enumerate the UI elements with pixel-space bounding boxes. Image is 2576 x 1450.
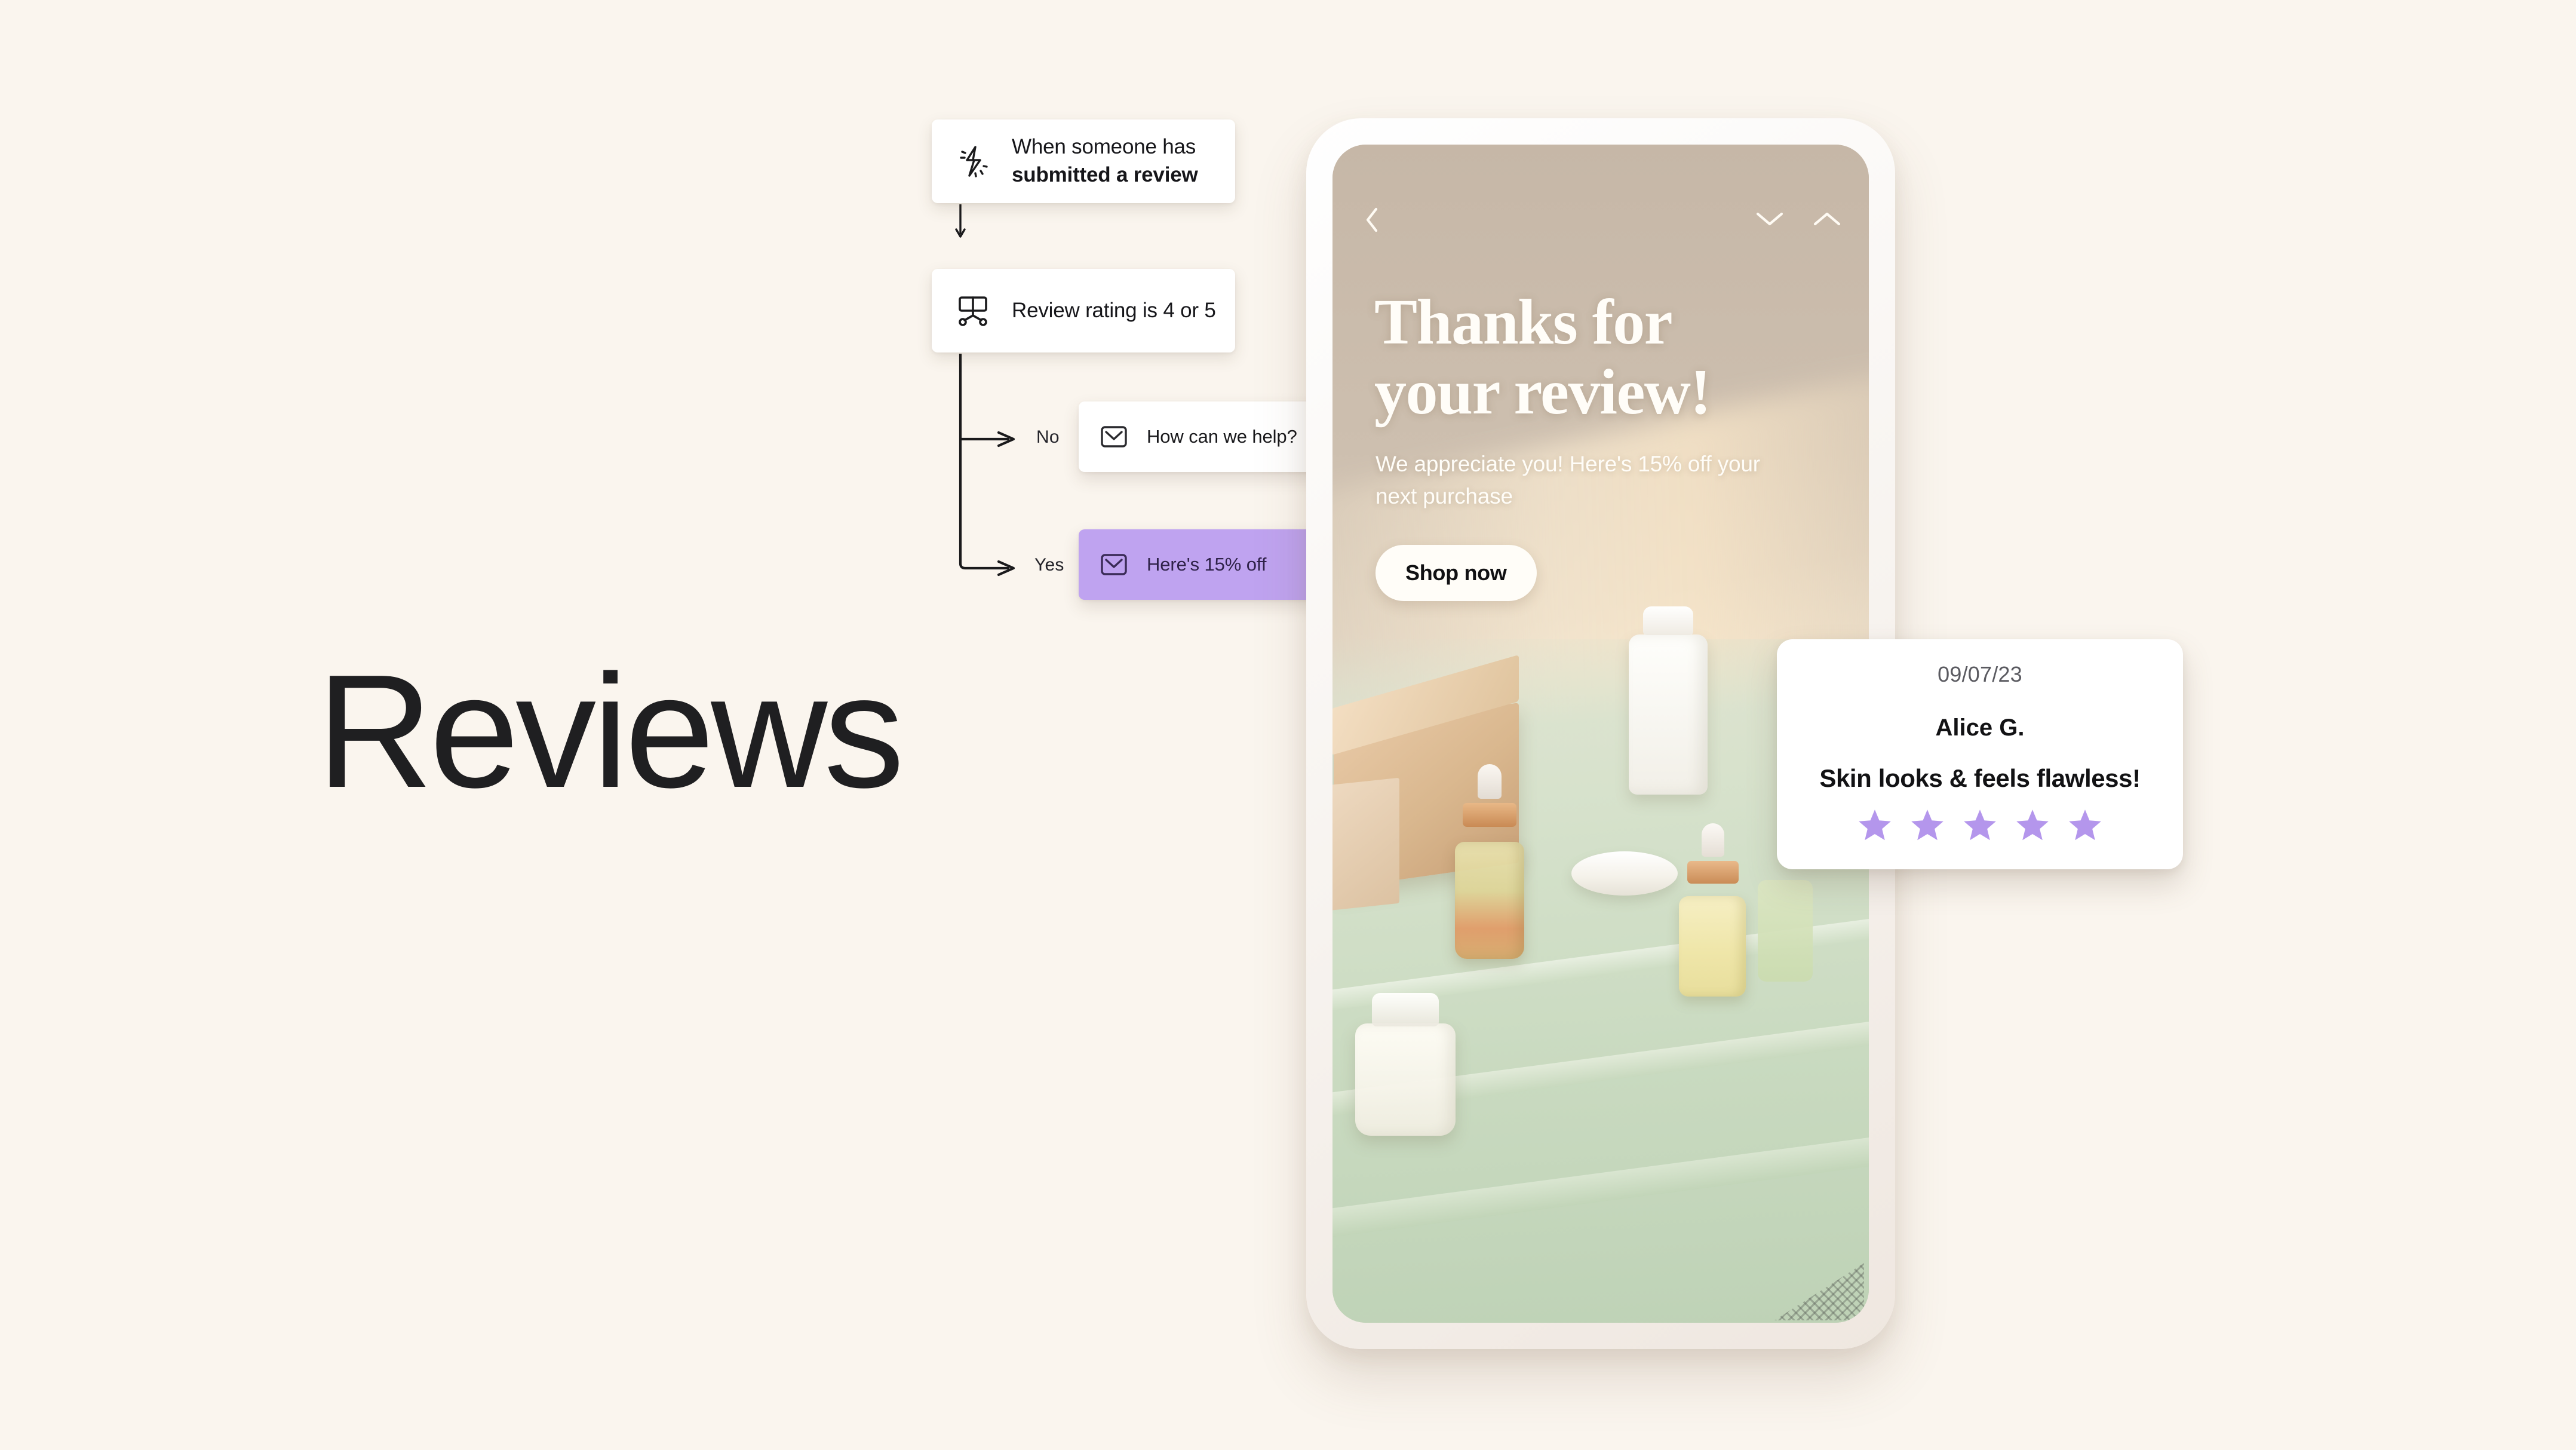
lightning-bolt-icon bbox=[951, 139, 995, 183]
phone-headline: Thanks for your review! bbox=[1374, 287, 1816, 428]
star-icon bbox=[2066, 807, 2104, 844]
star-icon bbox=[1961, 807, 1999, 844]
flow-condition-card[interactable]: Review rating is 4 or 5 bbox=[932, 269, 1235, 352]
phone-nav-row bbox=[1332, 202, 1869, 238]
flow-trigger-line2: submitted a review bbox=[1012, 163, 1198, 186]
shop-now-button[interactable]: Shop now bbox=[1375, 545, 1537, 601]
review-star-rating bbox=[1803, 807, 2157, 844]
branch-split-icon bbox=[951, 289, 995, 333]
flow-trigger-text: When someone has submitted a review bbox=[1012, 133, 1198, 189]
review-author: Alice G. bbox=[1935, 715, 2025, 741]
flow-action-label-no: How can we help? bbox=[1147, 426, 1297, 447]
review-text: Skin looks & feels flawless! bbox=[1819, 764, 2141, 792]
flow-trigger-card[interactable]: When someone has submitted a review bbox=[932, 119, 1235, 203]
page-stage: Reviews When someone has submitted a rev… bbox=[0, 0, 2576, 1450]
review-date: 09/07/23 bbox=[1938, 662, 2022, 686]
phone-nav-arrows bbox=[1754, 202, 1843, 238]
star-icon bbox=[2013, 807, 2052, 844]
flow-action-label-yes: Here's 15% off bbox=[1147, 554, 1267, 575]
chevron-down-icon[interactable] bbox=[1754, 209, 1785, 231]
star-icon bbox=[1856, 807, 1894, 844]
branch-label-yes: Yes bbox=[1034, 555, 1064, 575]
review-card: 09/07/23 Alice G. Skin looks & feels fla… bbox=[1777, 639, 2183, 869]
phone-headline-line2: your review! bbox=[1374, 356, 1711, 428]
page-title: Reviews bbox=[317, 642, 904, 821]
flow-condition-label: Review rating is 4 or 5 bbox=[1012, 298, 1216, 322]
branch-label-no: No bbox=[1036, 427, 1060, 447]
chevron-up-icon[interactable] bbox=[1812, 209, 1843, 231]
flow-condition-text: Review rating is 4 or 5 bbox=[1012, 297, 1216, 325]
chevron-left-icon[interactable] bbox=[1359, 202, 1385, 238]
envelope-icon bbox=[1097, 547, 1131, 582]
phone-headline-line1: Thanks for bbox=[1374, 287, 1673, 358]
envelope-icon bbox=[1097, 419, 1131, 454]
star-icon bbox=[1908, 807, 1946, 844]
phone-subtext: We appreciate you! Here's 15% off your n… bbox=[1375, 452, 1760, 509]
flow-trigger-line1: When someone has bbox=[1012, 135, 1196, 159]
